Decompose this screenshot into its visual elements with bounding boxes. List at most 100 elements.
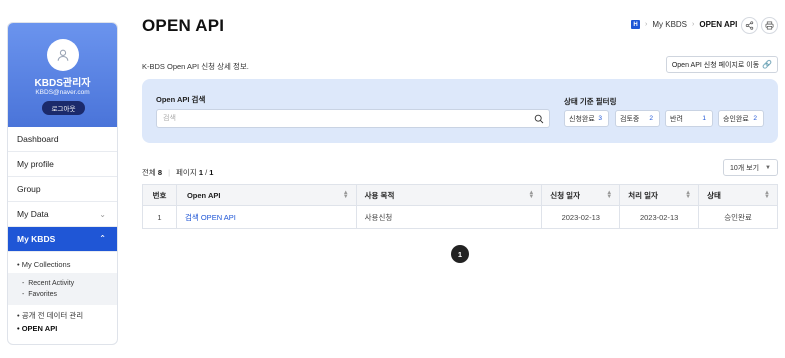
column-header-label: 신청 일자: [550, 190, 580, 200]
submenu-item-public-data[interactable]: • 공개 전 데이터 관리: [8, 309, 117, 322]
sidebar-item-my-data[interactable]: My Data ⌄: [8, 202, 117, 227]
sidebar-item-label: My Data: [17, 209, 49, 219]
breadcrumb-current: OPEN API: [699, 20, 738, 29]
column-header-api[interactable]: Open API ▲ ▼: [175, 184, 357, 206]
search-input[interactable]: [157, 110, 527, 127]
chip-count: 2: [649, 115, 653, 122]
column-header-status[interactable]: 상태 ▲ ▼: [698, 184, 778, 206]
share-button[interactable]: [741, 17, 758, 34]
sort-icon[interactable]: ▲ ▼: [528, 190, 534, 200]
api-link[interactable]: 검색 OPEN API: [185, 213, 236, 222]
breadcrumb: H › My KBDS › OPEN API: [631, 20, 737, 29]
page-title: OPEN API: [142, 16, 225, 35]
status-chip-applied[interactable]: 신청완료 3: [564, 110, 609, 127]
apply-link-label: Open API 신청 페이지로 이동: [671, 61, 760, 69]
print-button[interactable]: [761, 17, 778, 34]
chevron-up-icon: ⌃: [99, 234, 106, 243]
column-header-purpose[interactable]: 사용 목적 ▲ ▼: [355, 184, 543, 206]
cell-number: 1: [142, 205, 177, 229]
avatar: [47, 39, 79, 71]
sidebar-item-my-kbds[interactable]: My KBDS ⌃: [8, 227, 117, 252]
logout-button[interactable]: 로그아웃: [42, 101, 85, 115]
sidebar-item-label: Dashboard: [17, 134, 59, 144]
chip-label: 신청완료: [569, 115, 595, 123]
submenu-label: OPEN API: [21, 324, 58, 333]
sort-icon[interactable]: ▲ ▼: [764, 190, 770, 200]
cell-applied-date: 2023-02-13: [541, 205, 621, 229]
column-header-applied-date[interactable]: 신청 일자 ▲ ▼: [541, 184, 621, 206]
sidebar-item-label: My profile: [17, 159, 54, 169]
profile-name: KBDS관리자: [34, 78, 91, 89]
cell-status: 승인완료: [698, 205, 778, 229]
share-icon: [745, 21, 754, 30]
page-total: 1: [209, 168, 214, 177]
link-icon: 🔗: [762, 60, 773, 69]
submenu-nested: - Recent Activity - Favorites: [8, 273, 117, 305]
filter-panel: Open API 검색 상태 기준 필터링 신청완료 3 검토중 2 반려 1 …: [142, 79, 778, 143]
submenu-label: Favorites: [28, 291, 58, 298]
cell-processed-date: 2023-02-13: [619, 205, 700, 229]
submenu-item-favorites[interactable]: - Favorites: [8, 289, 117, 300]
page-label: 페이지: [176, 168, 197, 177]
sort-icon[interactable]: ▲ ▼: [343, 190, 349, 200]
chip-count: 3: [598, 115, 602, 122]
pagination-page-1[interactable]: 1: [451, 245, 469, 263]
search-box: [156, 109, 550, 128]
chip-label: 검토중: [620, 115, 640, 123]
column-header-label: 상태: [707, 190, 721, 200]
chip-count: 1: [702, 115, 706, 122]
page-current: 1: [198, 168, 203, 177]
column-header-label: 사용 목적: [364, 190, 395, 200]
sidebar-item-group[interactable]: Group: [8, 177, 117, 202]
sidebar-item-dashboard[interactable]: Dashboard: [8, 127, 117, 152]
chevron-down-icon: ▼: [765, 164, 771, 171]
apply-page-link-button[interactable]: Open API 신청 페이지로 이동 🔗: [666, 56, 778, 73]
submenu-item-recent-activity[interactable]: - Recent Activity: [8, 278, 117, 289]
status-filter-label: 상태 기준 필터링: [564, 97, 617, 106]
page-separator: /: [205, 168, 208, 177]
submenu: • My Collections - Recent Activity - Fav…: [8, 252, 117, 335]
table-row[interactable]: 1 검색 OPEN API 사용신청 2023-02-13 2023-02-13…: [142, 205, 778, 229]
submenu-label: 공개 전 데이터 관리: [21, 311, 84, 320]
cell-api: 검색 OPEN API: [175, 205, 357, 229]
home-icon[interactable]: H: [631, 20, 640, 29]
page-description: K-BDS Open API 신청 상세 정보.: [142, 62, 249, 71]
breadcrumb-separator: ›: [645, 21, 648, 28]
chip-label: 승인완료: [723, 115, 749, 123]
chevron-down-icon: ⌄: [99, 210, 106, 219]
per-page-select[interactable]: 10개 보기 ▼: [723, 159, 778, 176]
total-count: 8: [157, 168, 163, 177]
column-header-processed-date[interactable]: 처리 일자 ▲ ▼: [619, 184, 700, 206]
breadcrumb-separator: ›: [692, 21, 695, 28]
breadcrumb-parent[interactable]: My KBDS: [652, 20, 687, 29]
total-label: 전체: [142, 168, 156, 177]
sidebar-item-label: My KBDS: [17, 234, 56, 244]
sidebar: KBDS관리자 KBDS@naver.com 로그아웃 Dashboard My…: [7, 22, 118, 345]
profile-email: KBDS@naver.com: [35, 89, 90, 96]
table-header-row: 번호 Open API ▲ ▼ 사용 목적 ▲ ▼ 신청 일자 ▲ ▼ 처리 일자 ▲ ▼ 상태…: [142, 184, 778, 206]
chip-count: 2: [753, 115, 757, 122]
sort-icon[interactable]: ▲ ▼: [685, 190, 691, 200]
column-header-label: 번호: [152, 190, 167, 200]
profile-card: KBDS관리자 KBDS@naver.com 로그아웃: [8, 23, 117, 127]
divider: |: [168, 168, 171, 177]
sidebar-item-my-profile[interactable]: My profile: [8, 152, 117, 177]
sidebar-item-label: Group: [17, 184, 41, 194]
submenu-item-my-collections[interactable]: • My Collections: [8, 258, 117, 271]
result-count: 전체 8 | 페이지 1 / 1: [142, 167, 213, 178]
status-chip-reviewing[interactable]: 검토중 2: [615, 110, 660, 127]
status-chip-rejected[interactable]: 반려 1: [665, 110, 713, 127]
submenu-label: My Collections: [21, 260, 71, 269]
per-page-value: 10개 보기: [730, 164, 760, 172]
column-header-label: 처리 일자: [628, 190, 658, 200]
column-header-label: Open API: [186, 190, 221, 200]
column-header-number: 번호: [142, 184, 177, 206]
cell-purpose: 사용신청: [355, 205, 543, 229]
open-api-table: 번호 Open API ▲ ▼ 사용 목적 ▲ ▼ 신청 일자 ▲ ▼ 처리 일자 ▲ ▼ 상태…: [142, 184, 778, 229]
submenu-item-open-api[interactable]: • OPEN API: [8, 322, 117, 335]
status-chip-approved[interactable]: 승인완료 2: [718, 110, 764, 127]
search-label: Open API 검색: [156, 95, 206, 104]
sort-icon[interactable]: ▲ ▼: [606, 190, 612, 200]
search-icon[interactable]: [534, 114, 544, 124]
user-icon: [57, 49, 69, 61]
